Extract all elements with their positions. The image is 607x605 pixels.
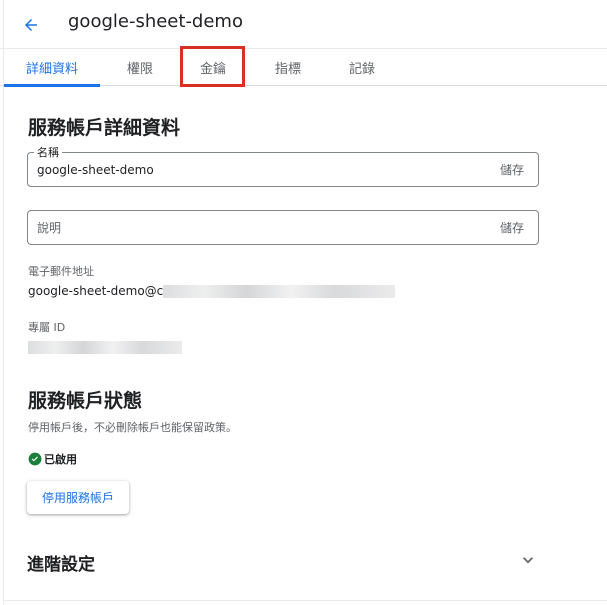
description-input[interactable] xyxy=(37,211,477,244)
unique-id-label: 專屬 ID xyxy=(28,321,66,334)
disable-service-account-button[interactable]: 停用服務帳戶 xyxy=(27,481,129,514)
bottom-divider xyxy=(3,600,607,601)
redacted-email xyxy=(163,285,396,298)
email-value-text: google-sheet-demo@c xyxy=(28,284,164,298)
redacted-unique-id xyxy=(28,341,182,354)
page-title: google-sheet-demo xyxy=(68,11,243,32)
page-header: google-sheet-demo xyxy=(0,0,607,48)
description-save-button[interactable]: 儲存 xyxy=(500,219,524,236)
name-save-button[interactable]: 儲存 xyxy=(500,161,524,178)
status-section-title: 服務帳戶狀態 xyxy=(28,390,143,412)
description-field: 儲存 xyxy=(27,210,539,245)
details-section-title: 服務帳戶詳細資料 xyxy=(28,117,181,139)
status-badge: 已啟用 xyxy=(28,451,77,467)
tab-bar: 詳細資料 權限 金鑰 指標 記錄 xyxy=(0,48,607,87)
unique-id-value xyxy=(28,340,182,354)
chevron-down-icon xyxy=(523,557,533,564)
check-circle-icon xyxy=(28,452,42,466)
name-field: 名稱 儲存 xyxy=(27,144,539,187)
back-button[interactable] xyxy=(18,12,44,38)
advanced-settings-title: 進階設定 xyxy=(27,555,95,575)
tab-keys[interactable]: 金鑰 xyxy=(183,49,243,86)
status-description: 停用帳戶後，不必刪除帳戶也能保留政策。 xyxy=(28,421,237,434)
left-divider xyxy=(3,0,4,605)
email-label: 電子郵件地址 xyxy=(28,265,94,278)
advanced-settings-toggle[interactable]: 進階設定 xyxy=(27,544,542,580)
name-input[interactable] xyxy=(37,153,477,186)
email-value: google-sheet-demo@c xyxy=(28,284,396,298)
tab-metrics[interactable]: 指標 xyxy=(258,49,318,86)
tab-logs[interactable]: 記錄 xyxy=(332,49,392,86)
arrow-back-icon xyxy=(25,19,37,31)
tab-details[interactable]: 詳細資料 xyxy=(4,49,100,87)
tab-permissions[interactable]: 權限 xyxy=(110,49,170,86)
status-text: 已啟用 xyxy=(44,453,77,466)
